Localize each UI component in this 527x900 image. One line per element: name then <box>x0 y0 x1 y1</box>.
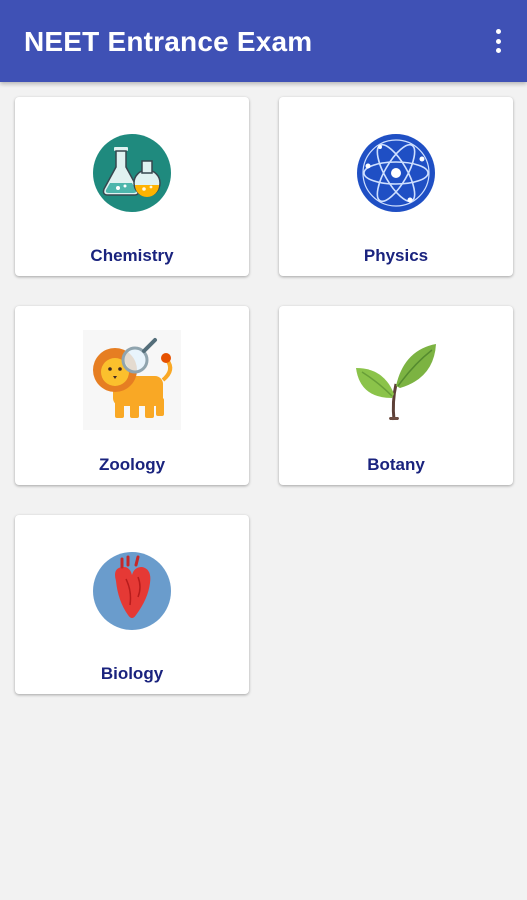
subject-label-chemistry: Chemistry <box>90 246 174 265</box>
subject-card-botany[interactable]: Botany <box>279 306 513 485</box>
app-bar: NEET Entrance Exam <box>0 0 527 82</box>
subject-label-biology: Biology <box>100 664 164 683</box>
heart-icon <box>92 551 172 631</box>
plant-icon <box>354 342 438 422</box>
subject-label-zoology: Zoology <box>98 455 166 474</box>
subject-card-chemistry[interactable]: Chemistry <box>15 97 249 276</box>
subject-label-physics: Physics <box>363 246 429 265</box>
subject-card-biology[interactable]: Biology <box>15 515 249 694</box>
app-title: NEET Entrance Exam <box>24 26 313 57</box>
lion-icon <box>83 330 181 430</box>
subject-label-botany: Botany <box>367 455 425 474</box>
atom-icon <box>356 133 436 213</box>
flask-icon <box>92 133 172 213</box>
subject-card-physics[interactable]: Physics <box>279 97 513 276</box>
more-options-icon[interactable] <box>487 26 509 56</box>
subject-card-zoology[interactable]: Zoology <box>15 306 249 485</box>
